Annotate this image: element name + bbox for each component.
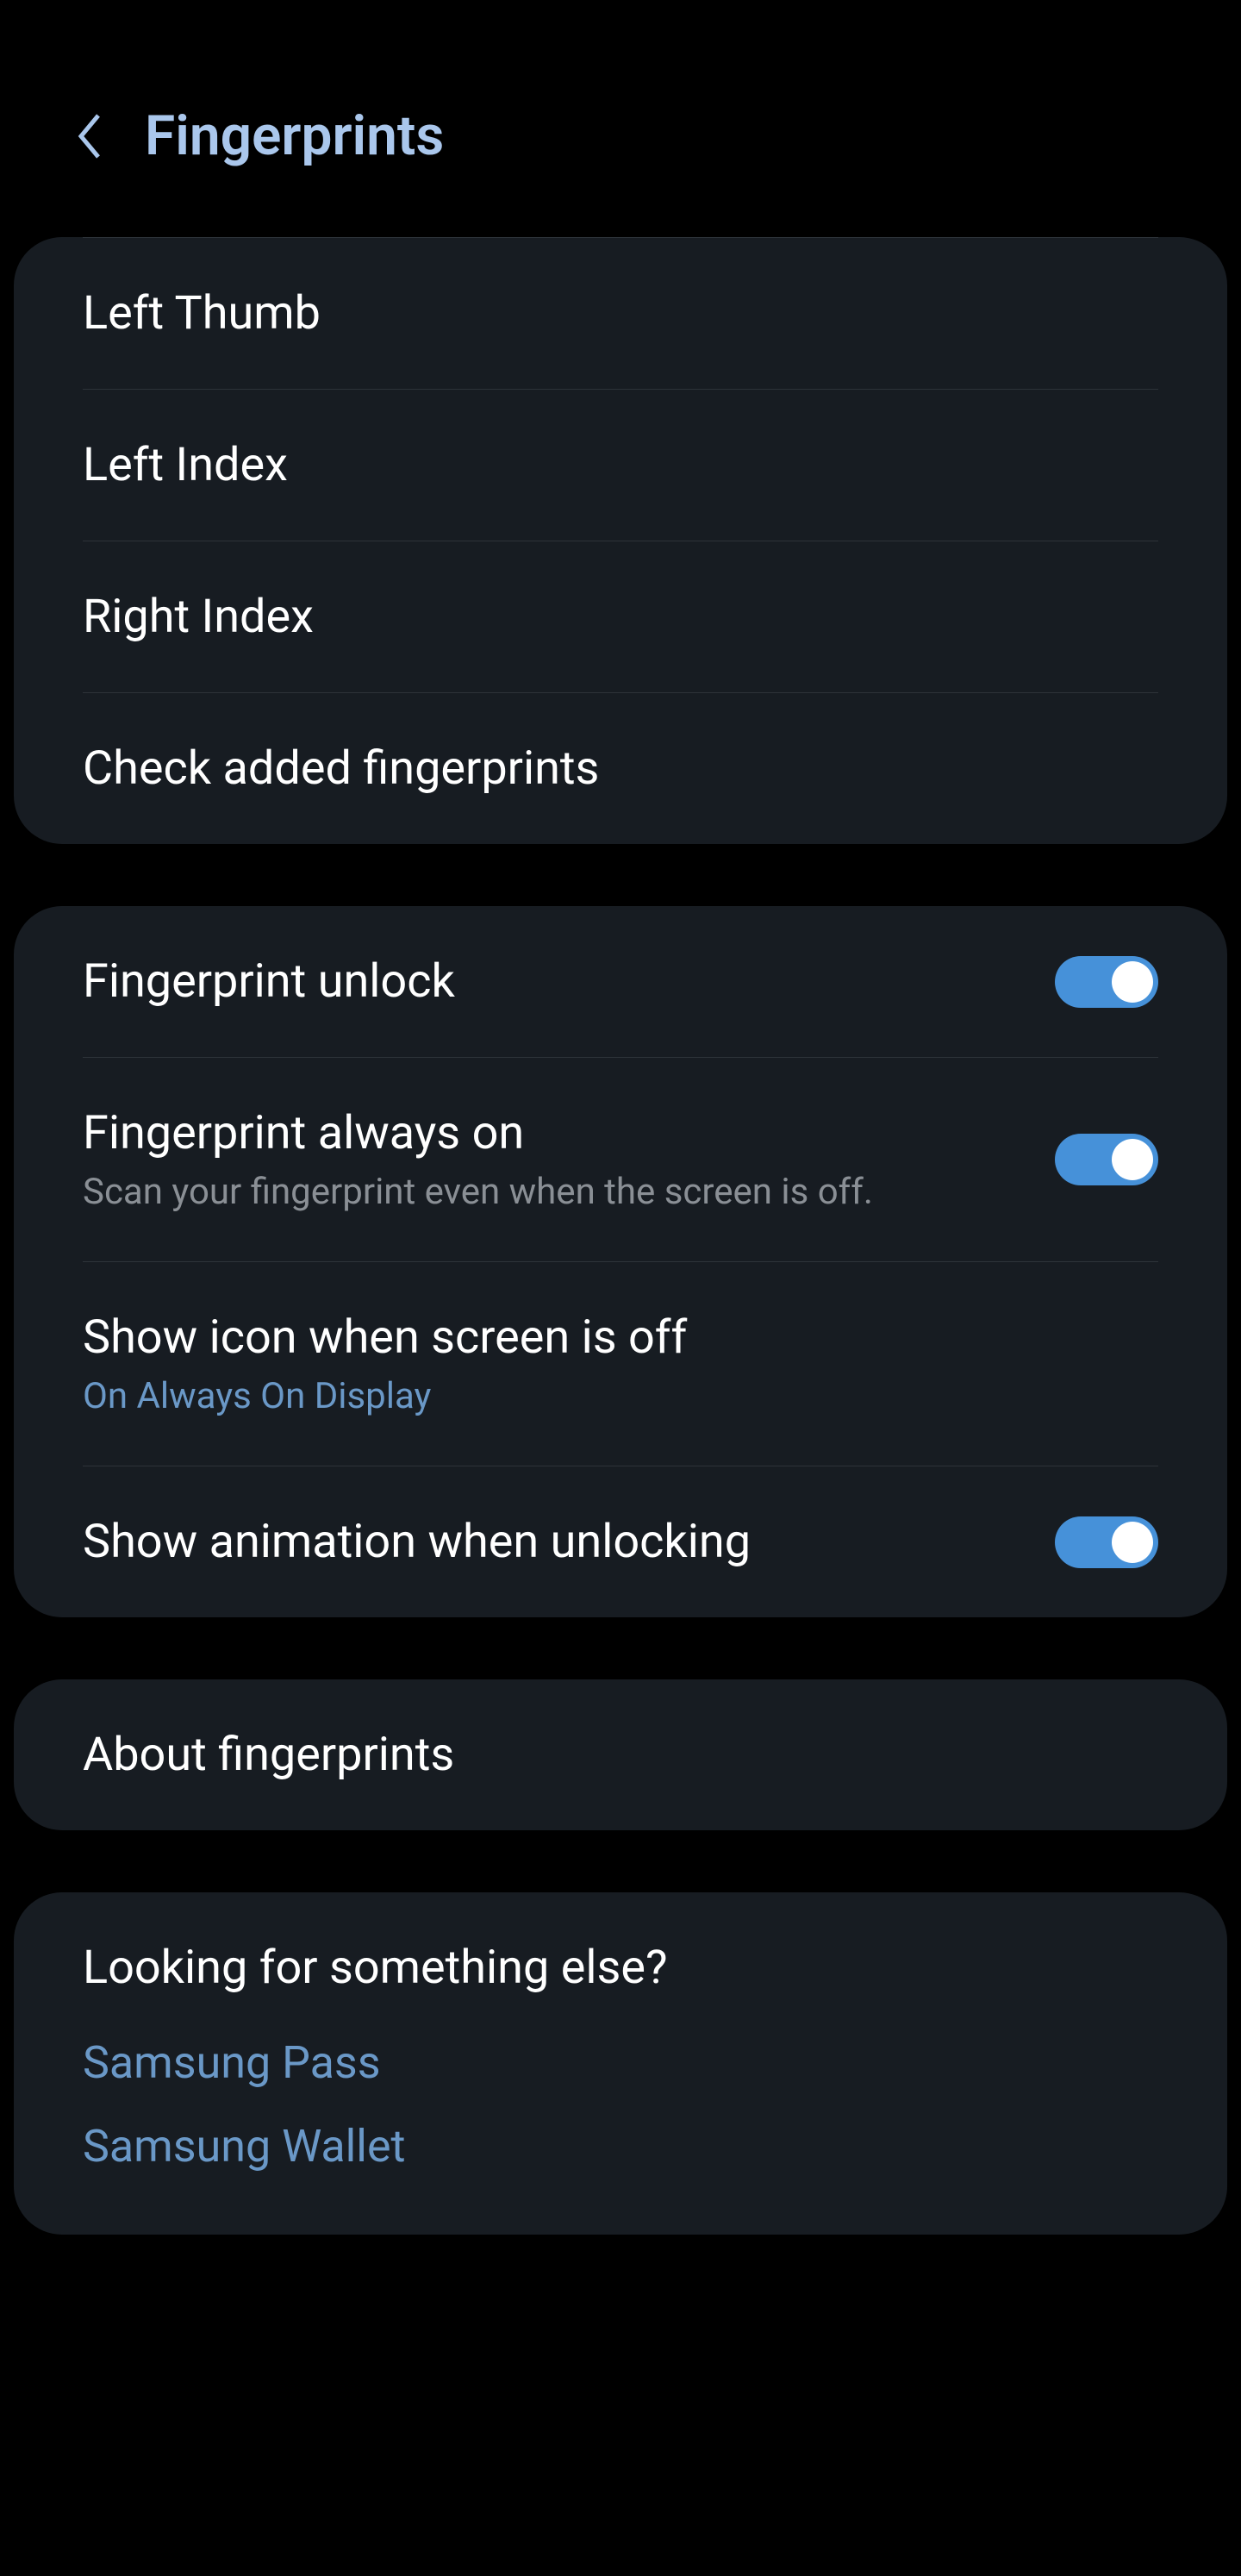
- check-fingerprints-button[interactable]: Check added fingerprints: [83, 693, 1158, 844]
- fingerprint-label: Right Index: [83, 590, 1158, 644]
- show-animation-toggle[interactable]: [1055, 1516, 1158, 1568]
- show-icon-value: On Always On Display: [83, 1375, 1158, 1417]
- page-header: Fingerprints: [0, 0, 1241, 237]
- fingerprint-item-left-thumb[interactable]: Left Thumb: [83, 237, 1158, 390]
- toggle-knob: [1112, 1139, 1153, 1180]
- fingerprints-card: Left Thumb Left Index Right Index Check …: [14, 237, 1227, 844]
- toggle-knob: [1112, 1522, 1153, 1563]
- footer-heading: Looking for something else?: [83, 1941, 1158, 1995]
- fingerprint-item-left-index[interactable]: Left Index: [83, 390, 1158, 541]
- show-icon-label: Show icon when screen is off: [83, 1310, 1158, 1365]
- fingerprint-label: Left Index: [83, 438, 1158, 492]
- fingerprint-item-right-index[interactable]: Right Index: [83, 541, 1158, 693]
- fingerprint-unlock-toggle[interactable]: [1055, 956, 1158, 1008]
- page-title: Fingerprints: [145, 103, 444, 168]
- fingerprint-always-on-toggle[interactable]: [1055, 1134, 1158, 1185]
- fingerprint-always-on-subtitle: Scan your fingerprint even when the scre…: [83, 1171, 1055, 1213]
- show-icon-row[interactable]: Show icon when screen is off On Always O…: [83, 1262, 1158, 1466]
- fingerprint-always-on-row[interactable]: Fingerprint always on Scan your fingerpr…: [83, 1058, 1158, 1262]
- fingerprint-always-on-label: Fingerprint always on: [83, 1106, 1055, 1160]
- settings-card: Fingerprint unlock Fingerprint always on…: [14, 906, 1227, 1617]
- samsung-pass-link[interactable]: Samsung Pass: [83, 2036, 1158, 2089]
- about-fingerprints-button[interactable]: About fingerprints: [14, 1679, 1227, 1830]
- fingerprint-unlock-row[interactable]: Fingerprint unlock: [83, 906, 1158, 1058]
- check-fingerprints-label: Check added fingerprints: [83, 741, 1158, 796]
- footer-card: Looking for something else? Samsung Pass…: [14, 1892, 1227, 2235]
- toggle-knob: [1112, 961, 1153, 1003]
- samsung-wallet-link[interactable]: Samsung Wallet: [83, 2120, 1158, 2173]
- fingerprint-label: Left Thumb: [83, 286, 1158, 341]
- fingerprint-unlock-label: Fingerprint unlock: [83, 954, 1055, 1009]
- about-fingerprints-label: About fingerprints: [83, 1728, 1158, 1782]
- back-icon[interactable]: [69, 109, 110, 164]
- show-animation-row[interactable]: Show animation when unlocking: [83, 1466, 1158, 1617]
- show-animation-label: Show animation when unlocking: [83, 1515, 1055, 1569]
